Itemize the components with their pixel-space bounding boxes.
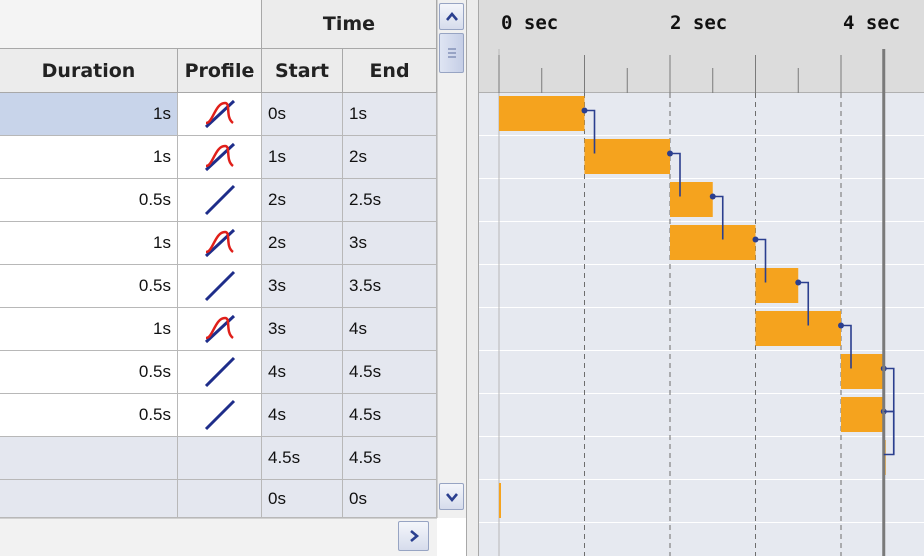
profile-cell[interactable] <box>178 437 262 480</box>
timeline-bar <box>499 96 585 131</box>
profile-cell[interactable] <box>178 394 262 437</box>
start-cell[interactable]: 4.5s <box>262 437 343 480</box>
duration-cell[interactable]: 1s <box>0 222 178 265</box>
start-cell[interactable]: 1s <box>262 136 343 179</box>
header-blank <box>0 0 262 49</box>
scroll-down-button[interactable] <box>439 483 464 510</box>
start-cell[interactable]: 2s <box>262 222 343 265</box>
profile-cell[interactable] <box>178 136 262 179</box>
duration-cell[interactable]: 1s <box>0 136 178 179</box>
header-time-group: Time <box>262 0 437 49</box>
end-cell[interactable]: 2.5s <box>343 179 437 222</box>
timeline-row-band <box>479 136 924 179</box>
start-cell[interactable]: 4s <box>262 351 343 394</box>
timeline-row-band <box>479 437 924 480</box>
table-row[interactable]: 1s 1s 2s <box>0 136 437 179</box>
profile-cell[interactable] <box>178 179 262 222</box>
timeline-bar <box>670 182 713 217</box>
timeline-bar <box>499 483 501 518</box>
header-end[interactable]: End <box>343 49 437 93</box>
table-vertical-scrollbar[interactable] <box>437 0 466 518</box>
table-row[interactable]: 0.5s 3s 3.5s <box>0 265 437 308</box>
end-cell[interactable]: 3s <box>343 222 437 265</box>
header-duration[interactable]: Duration <box>0 49 178 93</box>
end-cell[interactable]: 2s <box>343 136 437 179</box>
duration-cell[interactable]: 1s <box>0 308 178 351</box>
profile-cell[interactable] <box>178 265 262 308</box>
scroll-right-button[interactable] <box>398 521 429 551</box>
arrow-down-icon <box>445 492 458 502</box>
table-horizontal-scrollbar[interactable] <box>0 518 437 556</box>
table-row[interactable]: 4.5s 4.5s <box>0 437 437 480</box>
linear-profile-icon <box>204 399 235 431</box>
start-cell[interactable]: 4s <box>262 394 343 437</box>
timeline-bar <box>841 354 884 389</box>
profile-cell[interactable] <box>178 308 262 351</box>
end-cell[interactable]: 4.5s <box>343 394 437 437</box>
table-row[interactable]: 0s 0s <box>0 480 437 518</box>
timeline-chart <box>479 49 924 556</box>
start-cell[interactable]: 0s <box>262 480 343 518</box>
end-cell[interactable]: 0s <box>343 480 437 518</box>
timeline-row-band <box>479 480 924 523</box>
end-cell[interactable]: 1s <box>343 93 437 136</box>
profile-cell[interactable] <box>178 93 262 136</box>
start-cell[interactable]: 3s <box>262 308 343 351</box>
duration-cell[interactable]: 0.5s <box>0 179 178 222</box>
timeline-row-band <box>479 308 924 351</box>
duration-cell[interactable] <box>0 480 178 518</box>
table-row[interactable]: 1s 0s 1s <box>0 93 437 136</box>
scroll-thumb[interactable] <box>439 33 464 73</box>
profile-cell[interactable] <box>178 480 262 518</box>
table-row[interactable]: 1s 3s 4s <box>0 308 437 351</box>
end-cell[interactable]: 4s <box>343 308 437 351</box>
ease-profile-icon <box>204 142 235 172</box>
timeline-bar <box>584 139 670 174</box>
arrow-up-icon <box>445 11 458 21</box>
arrow-right-icon <box>409 530 419 542</box>
duration-cell[interactable] <box>0 437 178 480</box>
end-cell[interactable]: 3.5s <box>343 265 437 308</box>
duration-cell[interactable]: 0.5s <box>0 351 178 394</box>
ease-profile-icon <box>204 228 235 258</box>
linear-profile-icon <box>204 184 235 216</box>
start-cell[interactable]: 3s <box>262 265 343 308</box>
start-cell[interactable]: 0s <box>262 93 343 136</box>
scroll-thumb-grip-icon <box>447 48 456 58</box>
profile-cell[interactable] <box>178 351 262 394</box>
start-cell[interactable]: 2s <box>262 179 343 222</box>
duration-cell[interactable]: 0.5s <box>0 265 178 308</box>
pane-splitter[interactable] <box>466 0 479 556</box>
table-row[interactable]: 0.5s 4s 4.5s <box>0 351 437 394</box>
timeline-bar <box>841 397 884 432</box>
timeline-bar <box>670 225 756 260</box>
timeline-row-band <box>479 523 924 556</box>
linear-profile-icon <box>204 356 235 388</box>
header-start[interactable]: Start <box>262 49 343 93</box>
end-cell[interactable]: 4.5s <box>343 437 437 480</box>
linear-profile-icon <box>204 270 235 302</box>
end-cell[interactable]: 4.5s <box>343 351 437 394</box>
profile-cell[interactable] <box>178 222 262 265</box>
timeline-bar <box>755 268 799 303</box>
table-row[interactable]: 0.5s 2s 2.5s <box>0 179 437 222</box>
header-profile[interactable]: Profile <box>178 49 262 93</box>
table-row[interactable]: 0.5s 4s 4.5s <box>0 394 437 437</box>
timeline-bar <box>755 311 841 346</box>
duration-cell[interactable]: 1s <box>0 93 178 136</box>
scroll-up-button[interactable] <box>439 3 464 30</box>
duration-cell[interactable]: 0.5s <box>0 394 178 437</box>
timeline-row-band <box>479 265 924 308</box>
ease-profile-icon <box>204 314 235 344</box>
ease-profile-icon <box>204 99 235 129</box>
table-row[interactable]: 1s 2s 3s <box>0 222 437 265</box>
